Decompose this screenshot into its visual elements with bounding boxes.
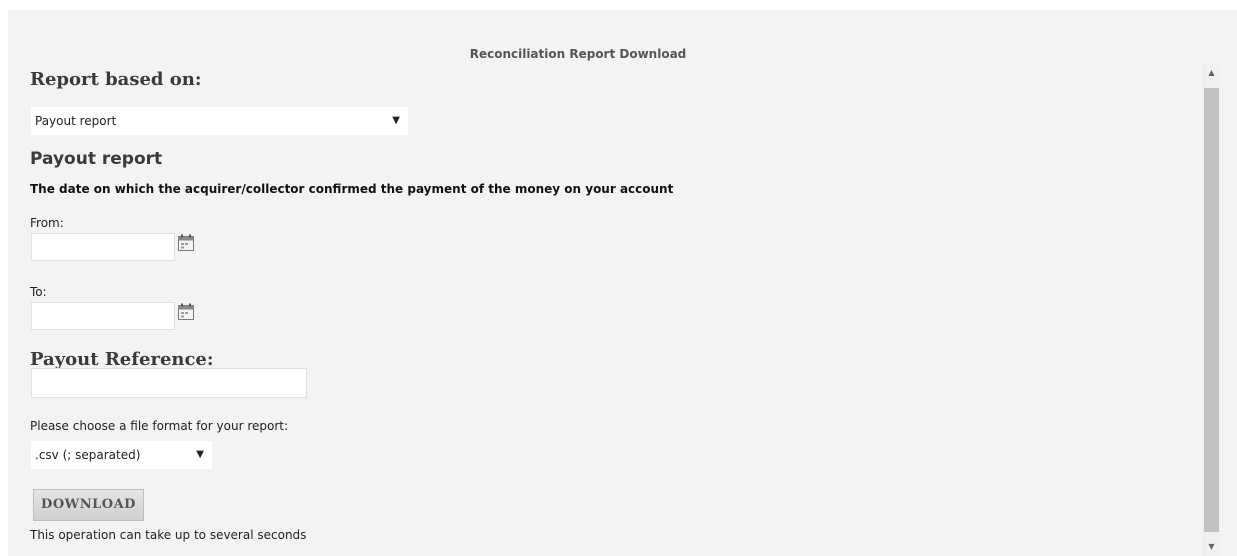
payout-reference-heading: Payout Reference: [30,349,214,370]
payout-description: The date on which the acquirer/collector… [30,182,674,196]
scrollbar-thumb[interactable] [1204,88,1219,532]
payout-report-heading: Payout report [30,149,163,169]
scroll-up-arrow-icon[interactable]: ▲ [1202,64,1221,82]
file-format-label: Please choose a file format for your rep… [30,419,289,433]
operation-note: This operation can take up to several se… [30,528,307,542]
scroll-down-arrow-icon[interactable]: ▼ [1202,538,1221,556]
payout-reference-input[interactable] [31,368,307,398]
report-type-select[interactable]: Payout report ▼ [31,107,408,135]
dropdown-arrow-icon: ▼ [196,449,204,460]
from-date-input[interactable] [31,233,175,261]
report-based-heading: Report based on: [30,69,202,90]
report-panel: Reconciliation Report Download Report ba… [8,10,1237,556]
page-title: Reconciliation Report Download [469,47,687,61]
download-button[interactable]: DOWNLOAD [33,489,144,521]
calendar-icon[interactable] [177,234,195,252]
vertical-scrollbar[interactable]: ▲ ▼ [1202,64,1221,556]
to-date-input[interactable] [31,302,175,330]
dropdown-arrow-icon: ▼ [392,115,400,126]
file-format-value: .csv (; separated) [35,448,141,462]
file-format-select[interactable]: .csv (; separated) ▼ [31,441,212,469]
from-label: From: [30,216,64,230]
report-type-value: Payout report [35,114,117,128]
calendar-icon[interactable] [177,303,195,321]
to-label: To: [30,285,47,299]
